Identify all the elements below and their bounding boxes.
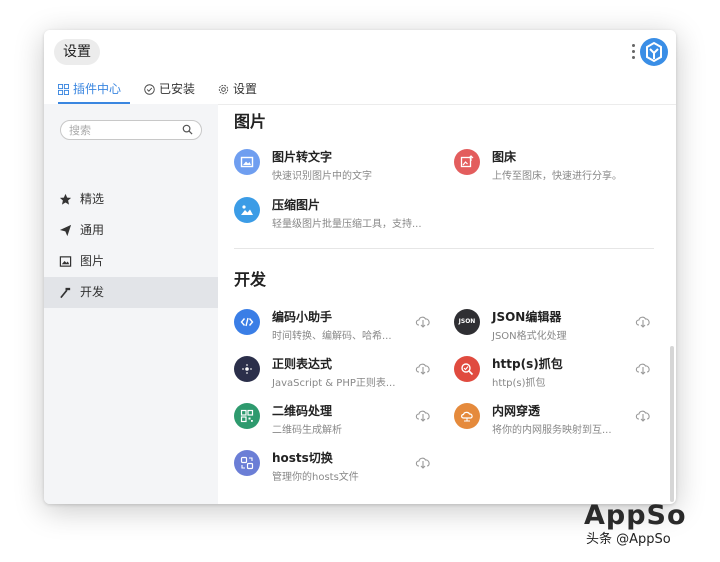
- window-title: 设置: [54, 39, 100, 65]
- plugin-description: http(s)抓包: [492, 378, 546, 389]
- plugin-description: 将你的内网服务映射到互...: [492, 425, 612, 436]
- plugin-card-qrcode[interactable]: 二维码处理 二维码生成解析: [234, 402, 434, 442]
- image-icon: [234, 149, 260, 175]
- tab-bar: 插件中心 已安装 设置: [44, 74, 676, 104]
- plugin-name: hosts切换: [272, 451, 333, 465]
- plugin-description: 快速识别图片中的文字: [272, 171, 372, 182]
- star-icon: [59, 193, 72, 205]
- section-divider: [234, 248, 654, 249]
- plugin-card-intranet-tunnel[interactable]: 内网穿透 将你的内网服务映射到互...: [454, 402, 654, 442]
- sidebar-item-images[interactable]: 图片: [44, 246, 218, 277]
- plugin-description: JSON格式化处理: [492, 331, 567, 342]
- section-title: 图片: [234, 112, 267, 131]
- app-logo: [640, 38, 668, 66]
- plugin-name: 压缩图片: [272, 198, 321, 212]
- plugin-card-image-to-text[interactable]: 图片转文字 快速识别图片中的文字: [234, 148, 434, 188]
- capture-icon: [454, 356, 480, 382]
- watermark-logo: AppSo: [584, 500, 687, 531]
- plugin-description: 二维码生成解析: [272, 425, 342, 436]
- plugin-description: 管理你的hosts文件: [272, 472, 359, 483]
- sidebar: 精选 通用 图片 开发: [44, 104, 218, 504]
- plugin-name: 图床: [492, 150, 517, 164]
- plugin-name: 编码小助手: [272, 310, 333, 324]
- search-icon[interactable]: [182, 124, 193, 135]
- plugin-card-json-editor[interactable]: JSON JSON编辑器 JSON格式化处理: [454, 308, 654, 348]
- tab-label: 插件中心: [73, 82, 122, 96]
- plugin-card-compress-image[interactable]: 压缩图片 轻量级图片批量压缩工具，支持...: [234, 196, 434, 236]
- tab-installed[interactable]: 已安装: [144, 74, 204, 104]
- download-icon[interactable]: [414, 408, 432, 422]
- sidebar-item-featured[interactable]: 精选: [44, 184, 218, 215]
- json-icon-label: JSON: [458, 318, 476, 325]
- plugin-list: 图片 图片转文字 快速识别图片中的文字 图床 上传至图床，快速进行分享。 压缩图…: [218, 104, 676, 504]
- plugin-card-hosts-switch[interactable]: hosts切换 管理你的hosts文件: [234, 449, 434, 489]
- plugin-card-regex[interactable]: 正则表达式 JavaScript & PHP正则表...: [234, 355, 434, 395]
- title-bar: 设置 插件中心 已安装 设置: [44, 30, 676, 105]
- download-icon[interactable]: [634, 314, 652, 328]
- sidebar-item-label: 图片: [80, 254, 105, 268]
- plugin-card-http-capture[interactable]: http(s)抓包 http(s)抓包: [454, 355, 654, 395]
- plugin-name: 图片转文字: [272, 150, 333, 164]
- scrollbar[interactable]: [670, 346, 674, 502]
- download-icon[interactable]: [634, 408, 652, 422]
- plugin-card-image-hosting[interactable]: 图床 上传至图床，快速进行分享。: [454, 148, 654, 188]
- paper-plane-icon: [59, 224, 72, 237]
- json-icon: JSON: [454, 309, 480, 335]
- plugin-description: 轻量级图片批量压缩工具，支持...: [272, 219, 422, 230]
- search-input[interactable]: [69, 121, 173, 139]
- sidebar-item-label: 通用: [80, 223, 105, 237]
- qrcode-icon: [234, 403, 260, 429]
- code-icon: [234, 309, 260, 335]
- watermark-text: 头条 @AppSo: [586, 532, 671, 547]
- landscape-icon: [234, 197, 260, 223]
- cloud-network-icon: [454, 403, 480, 429]
- plugin-name: 正则表达式: [272, 357, 333, 371]
- hammer-icon: [60, 287, 71, 299]
- plugin-name: 内网穿透: [492, 404, 541, 418]
- sidebar-item-label: 精选: [80, 192, 105, 206]
- tab-label: 设置: [233, 82, 258, 96]
- grid-icon: [58, 83, 69, 95]
- switch-icon: [234, 450, 260, 476]
- plugin-name: JSON编辑器: [492, 310, 562, 324]
- plugin-card-encoding-helper[interactable]: 编码小助手 时间转换、编解码、哈希...: [234, 308, 434, 348]
- plugin-name: http(s)抓包: [492, 357, 563, 371]
- sidebar-item-development[interactable]: 开发: [44, 277, 218, 308]
- regex-icon: [234, 356, 260, 382]
- image-icon: [59, 256, 72, 267]
- check-circle-icon: [144, 83, 155, 95]
- settings-window: 设置 插件中心 已安装 设置 搜索 精选 通用 图片 开发 图片 图片转文字 快…: [44, 30, 676, 504]
- download-icon[interactable]: [634, 361, 652, 375]
- sidebar-item-general[interactable]: 通用: [44, 215, 218, 246]
- section-title: 开发: [234, 270, 267, 289]
- download-icon[interactable]: [414, 361, 432, 375]
- download-icon[interactable]: [414, 455, 432, 469]
- plugin-description: 时间转换、编解码、哈希...: [272, 331, 392, 342]
- search-box: [60, 120, 202, 140]
- download-icon[interactable]: [414, 314, 432, 328]
- upload-image-icon: [454, 149, 480, 175]
- tab-plugin-center[interactable]: 插件中心: [58, 74, 130, 104]
- sidebar-item-label: 开发: [80, 285, 105, 299]
- tab-settings[interactable]: 设置: [218, 74, 268, 104]
- plugin-description: 上传至图床，快速进行分享。: [492, 171, 622, 182]
- plugin-description: JavaScript & PHP正则表...: [272, 378, 396, 389]
- tab-label: 已安装: [159, 82, 196, 96]
- plugin-name: 二维码处理: [272, 404, 333, 418]
- more-options-icon[interactable]: [630, 44, 636, 64]
- gear-icon: [218, 84, 229, 94]
